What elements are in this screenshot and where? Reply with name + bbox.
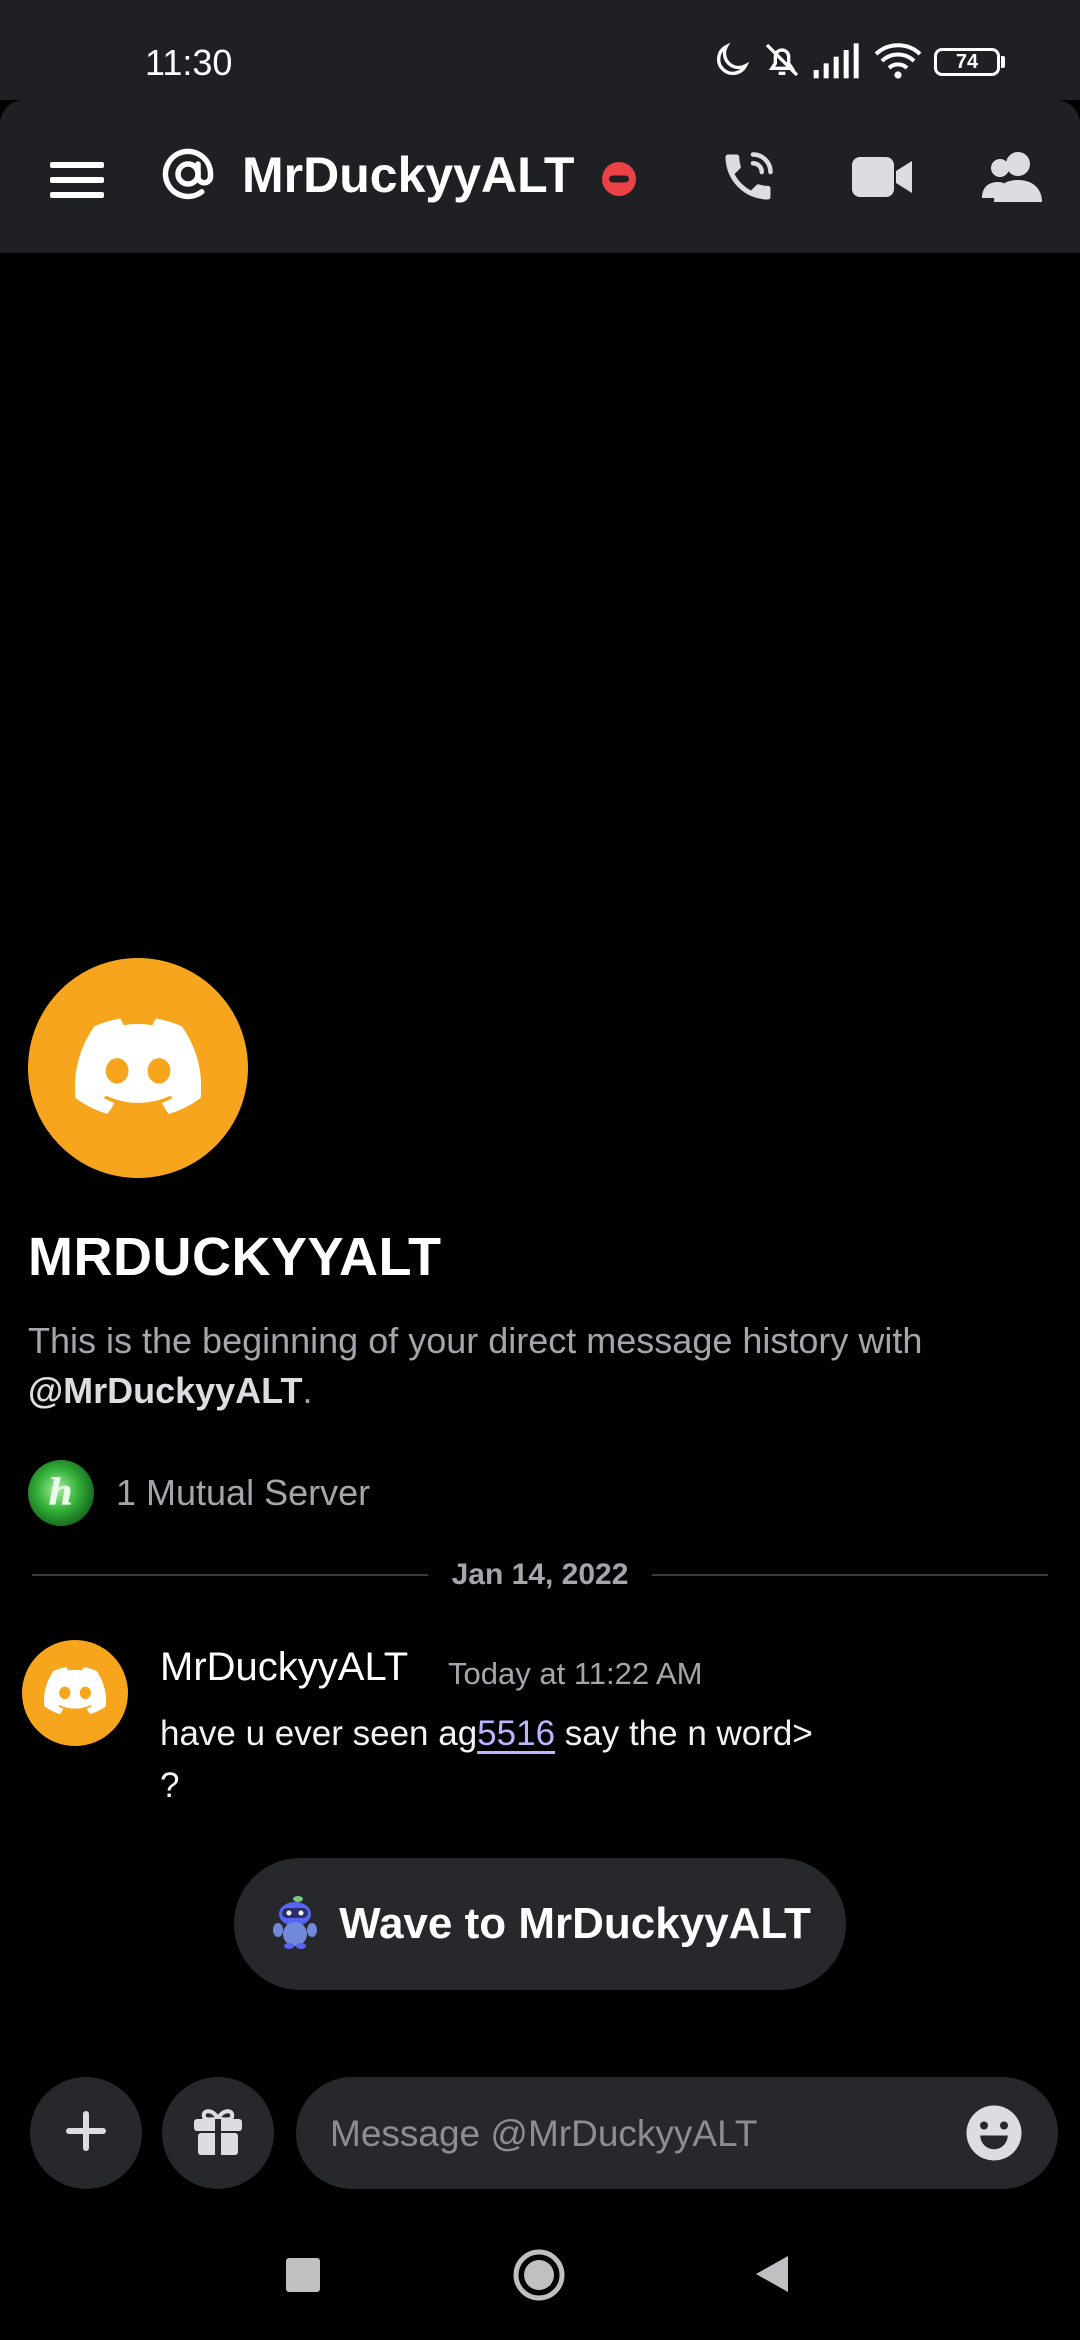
gift-icon: [190, 2103, 246, 2164]
wave-button[interactable]: Wave to MrDuckyyALT: [234, 1858, 846, 1990]
home-nav-icon[interactable]: [512, 2248, 566, 2307]
divider-line: [652, 1574, 1048, 1576]
server-icon: h: [28, 1460, 94, 1526]
message-line-2: ?: [160, 1766, 180, 1805]
message-input-placeholder: Message @MrDuckyyALT: [330, 2113, 758, 2154]
voice-call-icon[interactable]: [718, 147, 778, 212]
status-bar: 11:30 74: [0, 0, 1080, 100]
wave-button-label: Wave to MrDuckyyALT: [339, 1899, 811, 1948]
signal-icon: [812, 40, 862, 85]
message-input[interactable]: Message @MrDuckyyALT: [296, 2077, 1058, 2189]
profile-name: MRDUCKYYALT: [28, 1227, 442, 1287]
discord-logo-icon: [74, 1017, 202, 1119]
divider-line: [32, 1574, 428, 1576]
dnd-status-icon: [602, 162, 636, 201]
moon-icon: [712, 40, 752, 85]
message-avatar[interactable]: [22, 1640, 128, 1746]
message-link[interactable]: 5516: [477, 1714, 555, 1753]
mutual-servers-button[interactable]: h 1 Mutual Server: [28, 1460, 370, 1526]
at-icon: [158, 144, 218, 209]
add-attachment-button[interactable]: [30, 2077, 142, 2189]
message-author[interactable]: MrDuckyyALT: [160, 1645, 408, 1690]
avatar[interactable]: [28, 958, 248, 1178]
battery-tip: [1001, 56, 1005, 68]
menu-icon[interactable]: [50, 160, 104, 205]
mutual-servers-label: 1 Mutual Server: [116, 1472, 371, 1513]
message-text: have u ever seen ag: [160, 1714, 478, 1753]
recents-nav-icon[interactable]: [286, 2258, 320, 2297]
message-content[interactable]: have u ever seen ag5516 say the n word>?: [160, 1708, 840, 1812]
plus-icon: [64, 2109, 108, 2158]
message-text-after: say the n word>: [555, 1714, 813, 1753]
channel-title: MrDuckyyALT: [242, 147, 575, 203]
server-initial: h: [47, 1472, 75, 1514]
channel-header: MrDuckyyALT: [0, 100, 1080, 253]
discord-logo-icon: [43, 1667, 107, 1719]
intro-description-text: This is the beginning of your direct mes…: [28, 1320, 923, 1361]
wumpus-wave-icon: [269, 1894, 321, 1955]
members-icon[interactable]: [982, 150, 1042, 207]
video-call-icon[interactable]: [852, 155, 912, 204]
back-nav-icon[interactable]: [754, 2254, 790, 2299]
battery-level: 74: [955, 50, 979, 73]
battery-icon: 74: [934, 48, 1000, 76]
gift-button[interactable]: [162, 2077, 274, 2189]
emoji-icon[interactable]: [964, 2103, 1024, 2168]
wifi-icon: [874, 40, 922, 85]
intro-description-suffix: .: [302, 1370, 313, 1411]
bell-off-icon: [762, 40, 802, 85]
divider-date: Jan 14, 2022: [451, 1558, 629, 1591]
dm-intro-description: This is the beginning of your direct mes…: [28, 1316, 1028, 1416]
date-divider: Jan 14, 2022: [32, 1555, 1048, 1595]
intro-handle: @MrDuckyyALT: [28, 1370, 303, 1411]
message-timestamp: Today at 11:22 AM: [448, 1656, 703, 1691]
status-time: 11:30: [145, 42, 233, 83]
